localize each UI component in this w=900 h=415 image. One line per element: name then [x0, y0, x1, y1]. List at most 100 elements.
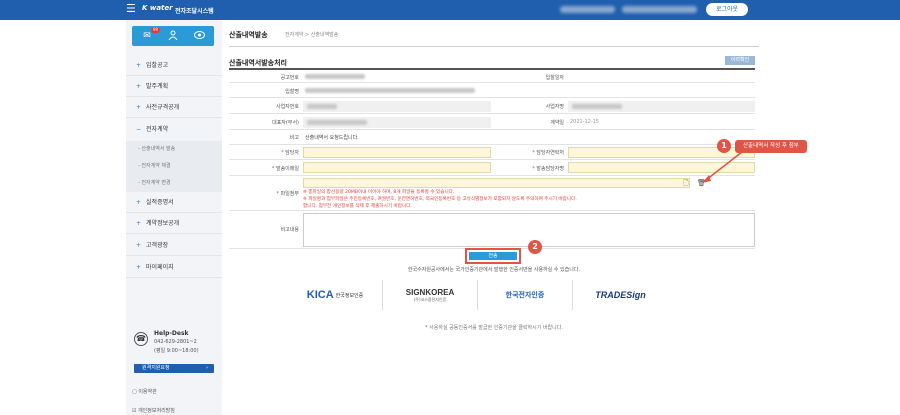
sidebar-item-label: 고객광장: [146, 242, 169, 249]
form-row: * 발송이메일 * 발송담당자명: [229, 160, 755, 176]
bid-name-value: [305, 88, 475, 93]
settings-icon[interactable]: [193, 30, 205, 42]
form-row: * 파일첨부 🗋 🗑 ※ 총파일의 합산용량 20MB이내 이어야 하며, 8개…: [229, 176, 755, 211]
form-row: 사업자번호 사업자명: [229, 98, 755, 114]
cert-crosscert[interactable]: 한국전자인증: [478, 280, 573, 310]
logo-text: K water: [142, 4, 173, 12]
sidebar-item-performance-cert[interactable]: + 실적증명서: [126, 193, 222, 213]
sidebar-item-label: 사전규격공개: [146, 104, 180, 111]
cert-kica[interactable]: KICA 한국정보인증: [288, 280, 383, 310]
logout-button[interactable]: 로그아웃: [706, 3, 748, 16]
file-label: * 파일첨부: [276, 191, 300, 197]
sidebar-item-label: 입찰공고: [146, 62, 169, 69]
cert-tradesign[interactable]: TRADESign: [573, 280, 668, 310]
company-name-value: [572, 104, 622, 109]
helpdesk-hours: (평일 9:00~18:00): [154, 348, 199, 354]
tradesign-logo: TRADESign: [595, 290, 646, 300]
submenu-item-contract-sign[interactable]: - 전자계약 체결: [126, 158, 222, 175]
submenu-item-contract-change[interactable]: - 전자계약 변경: [126, 175, 222, 192]
sidebar-item-customer[interactable]: + 고객광장: [126, 236, 222, 256]
sidebar-item-label: 계약정보공개: [146, 220, 180, 227]
ceo-label: 대표자(부서): [272, 120, 299, 126]
sidebar-item-contract-info[interactable]: + 계약정보공개: [126, 214, 222, 234]
memo-label: 비고내용: [280, 227, 299, 233]
sidebar-item-label: 발주계획: [146, 83, 169, 90]
kwater-logo[interactable]: K water: [142, 4, 173, 12]
submenu-label: 전자계약 변경: [141, 180, 171, 186]
logout-label: 로그아웃: [715, 6, 739, 13]
send-button[interactable]: 전송: [469, 252, 517, 260]
manager-label: * 담당자: [281, 150, 299, 156]
file-input[interactable]: [303, 178, 690, 188]
file-note-2: ※ 파일명과 첨부파일은 주민등록번호, 여권번호, 운전면허번호, 외국인등록…: [303, 197, 577, 202]
sidebar-item-order-plan[interactable]: + 발주계획: [126, 77, 222, 97]
privacy-label: 개인정보처리방침: [138, 408, 175, 414]
form-table: 공고번호 입찰일자 입찰명 사업자번호 사업자명 대표자(부서) 계약일 202…: [229, 68, 755, 249]
blurred-session-info: [622, 6, 697, 13]
sidebar-item-label: 실적증명서: [146, 199, 174, 206]
callout-arrow: [702, 151, 743, 183]
cert-signkorea[interactable]: SIGNKOREA (주)코스콤전자인증: [383, 280, 478, 310]
sidebar-item-e-contract[interactable]: − 전자계약: [126, 120, 222, 140]
form-row: 비고내용: [229, 211, 755, 249]
file-note-3: 합니다. 첨부전 개인정보를 삭제 후 제출하시기 바랍니다.: [303, 204, 412, 209]
send-button-highlight: 전송: [465, 248, 521, 264]
file-note-1: ※ 총파일의 합산용량 20MB이내 이어야 하며, 8개 파일을 등록할 수 …: [303, 190, 455, 195]
kica-sub: 한국정보인증: [335, 292, 364, 299]
sidebar-item-label: 마이페이지: [146, 264, 174, 271]
mail-badge: 99: [151, 27, 161, 33]
sidebar-item-pre-spec[interactable]: + 사전규격공개: [126, 98, 222, 118]
manager-input[interactable]: [303, 147, 491, 158]
company-reg-value: [307, 104, 337, 109]
terms-link[interactable]: ▢ 이용약관: [132, 388, 157, 395]
user-icon[interactable]: [167, 30, 179, 42]
chevron-right-icon: ›: [206, 365, 208, 371]
form-row: 공고번호 입찰일자: [229, 70, 755, 83]
form-row: 입찰명: [229, 83, 755, 98]
bid-date-label: 입찰일자: [545, 75, 564, 81]
remark-value: 산출내역서 요청드립니다.: [305, 135, 359, 141]
ceo-value: [307, 120, 367, 125]
notice-no-label: 공고번호: [280, 75, 299, 81]
history-button[interactable]: 이력확인: [725, 56, 755, 65]
email-label: * 발송이메일: [271, 166, 299, 172]
cert-instruction: * 사용하실 공동인증서를 발급한 인증기관을 클릭하시기 바랍니다.: [425, 325, 563, 331]
submenu-label: 전자계약 체결: [141, 163, 171, 169]
form-row: 대표자(부서) 계약일 2021-12-15: [229, 114, 755, 130]
system-title: 전자조달시스템: [175, 8, 214, 15]
hamburger-menu-icon[interactable]: ☰: [126, 3, 136, 14]
cert-message: 한국수자원공사에서는 국가인증기관에서 발행한 인증서만을 사용하실 수 있습니…: [407, 267, 581, 273]
step-2-marker: 2: [528, 240, 542, 254]
sidebar-icon-bar: ✉ 99: [132, 26, 214, 46]
signkorea-sub: (주)코스콤전자인증: [413, 296, 447, 302]
form-row: 비고 산출내역서 요청드립니다.: [229, 130, 755, 145]
blurred-user-info: [560, 6, 615, 13]
divider: [229, 46, 759, 47]
mail-icon[interactable]: ✉ 99: [141, 27, 161, 42]
contract-date-value: 2021-12-15: [570, 119, 600, 125]
sender-label: * 발송담당자명: [532, 166, 564, 172]
sidebar-item-bid-notice[interactable]: + 입찰공고: [126, 56, 222, 76]
bid-name-label: 입찰명: [285, 89, 299, 95]
helpdesk-title: Help-Desk: [154, 330, 189, 337]
terms-label: 이용약관: [138, 389, 157, 395]
company-reg-label: 사업자번호: [275, 104, 299, 110]
email-input[interactable]: [303, 162, 491, 173]
submenu-item-estimate-send[interactable]: - 산출내역서 발송: [126, 141, 222, 158]
manager-phone-label: * 담당자연락처: [532, 150, 564, 156]
history-label: 이력확인: [730, 57, 750, 63]
company-name-field: [568, 101, 755, 112]
headset-icon: ☎: [134, 332, 148, 346]
file-attach-icon[interactable]: 🗋: [683, 179, 689, 190]
contract-date-label: 계약일: [550, 120, 564, 126]
privacy-link[interactable]: ☑ 개인정보처리방침: [132, 407, 175, 414]
ceo-field: [303, 117, 491, 128]
kica-logo: KICA: [306, 289, 334, 301]
sidebar-item-mypage[interactable]: + 마이페이지: [126, 258, 222, 278]
notice-no-value: [305, 74, 365, 79]
crosscert-logo: 한국전자인증: [505, 291, 545, 299]
cert-provider-row: KICA 한국정보인증 SIGNKOREA (주)코스콤전자인증 한국전자인증 …: [288, 280, 668, 310]
submenu-label: 산출내역서 발송: [141, 146, 176, 152]
remote-support-button[interactable]: 원격지원요청 ›: [134, 364, 214, 373]
page-title: 산출내역발송: [229, 31, 268, 39]
